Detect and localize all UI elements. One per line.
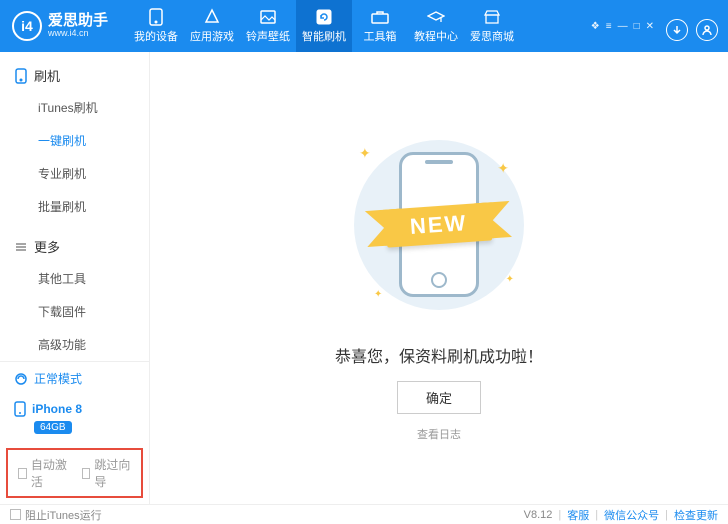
- minimize-icon[interactable]: —: [618, 21, 628, 32]
- sidebar-item-onekey-flash[interactable]: 一键刷机: [0, 124, 149, 157]
- version-label: V8.12: [524, 509, 553, 521]
- refresh-icon: [315, 8, 333, 26]
- sidebar-item-other-tools[interactable]: 其他工具: [0, 262, 149, 295]
- success-illustration: ✦ ✦ ✦ ✦ NEW: [319, 125, 559, 325]
- header: i4 爱思助手 www.i4.cn 我的设备 应用游戏 铃声壁纸 智能刷机 工具…: [0, 0, 728, 52]
- sidebar-item-pro-flash[interactable]: 专业刷机: [0, 157, 149, 190]
- body: 刷机 iTunes刷机 一键刷机 专业刷机 批量刷机 更多 其他工具 下载固件 …: [0, 52, 728, 504]
- nav-ringtones[interactable]: 铃声壁纸: [240, 0, 296, 52]
- main-content: ✦ ✦ ✦ ✦ NEW 恭喜您，保资料刷机成功啦！ 确定 查看日志: [150, 52, 728, 504]
- view-log-link[interactable]: 查看日志: [417, 426, 461, 442]
- new-ribbon: NEW: [385, 202, 493, 247]
- device-info[interactable]: iPhone 8 64GB: [0, 395, 149, 444]
- nav-my-device[interactable]: 我的设备: [128, 0, 184, 52]
- sidebar-item-advanced[interactable]: 高级功能: [0, 328, 149, 361]
- auto-activate-checkbox[interactable]: 自动激活: [18, 456, 68, 490]
- checkbox-icon: [82, 468, 91, 479]
- graduation-icon: [427, 8, 445, 26]
- update-link[interactable]: 检查更新: [674, 507, 718, 523]
- success-message: 恭喜您，保资料刷机成功啦！: [335, 343, 543, 367]
- nav-apps[interactable]: 应用游戏: [184, 0, 240, 52]
- nav-store[interactable]: 爱思商城: [464, 0, 520, 52]
- footer: 阻止iTunes运行 V8.12 | 客服 | 微信公众号 | 检查更新: [0, 504, 728, 524]
- storage-badge: 64GB: [34, 421, 72, 434]
- sidebar-item-batch-flash[interactable]: 批量刷机: [0, 190, 149, 223]
- confirm-button[interactable]: 确定: [397, 381, 481, 414]
- window-controls: ❖ ≡ — □ ✕: [591, 21, 654, 32]
- mode-selector[interactable]: 正常模式: [0, 362, 149, 395]
- image-icon: [259, 8, 277, 26]
- checkbox-icon: [10, 509, 21, 520]
- store-icon: [483, 8, 501, 26]
- download-button[interactable]: [666, 19, 688, 41]
- header-right: ❖ ≡ — □ ✕: [591, 11, 728, 41]
- device-icon: [14, 401, 26, 417]
- logo-icon: i4: [12, 11, 42, 41]
- support-link[interactable]: 客服: [567, 507, 589, 523]
- nav-bar: 我的设备 应用游戏 铃声壁纸 智能刷机 工具箱 教程中心 爱思商城: [128, 0, 520, 52]
- sidebar-head-flash[interactable]: 刷机: [0, 60, 149, 91]
- sidebar-section-flash: 刷机 iTunes刷机 一键刷机 专业刷机 批量刷机: [0, 60, 149, 223]
- maximize-icon[interactable]: □: [634, 21, 640, 32]
- sidebar-head-more[interactable]: 更多: [0, 231, 149, 262]
- sidebar-item-download-firmware[interactable]: 下载固件: [0, 295, 149, 328]
- phone-icon: [147, 8, 165, 26]
- device-name: iPhone 8: [32, 402, 82, 416]
- logo[interactable]: i4 爱思助手 www.i4.cn: [0, 11, 120, 41]
- toolbox-icon: [371, 8, 389, 26]
- nav-toolbox[interactable]: 工具箱: [352, 0, 408, 52]
- wechat-link[interactable]: 微信公众号: [604, 507, 659, 523]
- brand-name: 爱思助手: [48, 13, 108, 30]
- user-button[interactable]: [696, 19, 718, 41]
- activation-options: 自动激活 跳过向导: [6, 448, 143, 498]
- apps-icon: [203, 8, 221, 26]
- sidebar-item-itunes-flash[interactable]: iTunes刷机: [0, 91, 149, 124]
- nav-flash[interactable]: 智能刷机: [296, 0, 352, 52]
- sidebar-section-more: 更多 其他工具 下载固件 高级功能: [0, 231, 149, 361]
- skip-guide-checkbox[interactable]: 跳过向导: [82, 456, 132, 490]
- sidebar: 刷机 iTunes刷机 一键刷机 专业刷机 批量刷机 更多 其他工具 下载固件 …: [0, 52, 150, 504]
- close-icon[interactable]: ✕: [646, 21, 654, 32]
- sidebar-bottom: 正常模式 iPhone 8 64GB 自动激活 跳过向导: [0, 361, 149, 504]
- settings-icon[interactable]: ❖: [591, 21, 600, 32]
- checkbox-icon: [18, 468, 27, 479]
- brand-url: www.i4.cn: [48, 29, 108, 39]
- menu-icon[interactable]: ≡: [606, 21, 612, 32]
- prevent-itunes-checkbox[interactable]: 阻止iTunes运行: [10, 507, 102, 523]
- nav-tutorials[interactable]: 教程中心: [408, 0, 464, 52]
